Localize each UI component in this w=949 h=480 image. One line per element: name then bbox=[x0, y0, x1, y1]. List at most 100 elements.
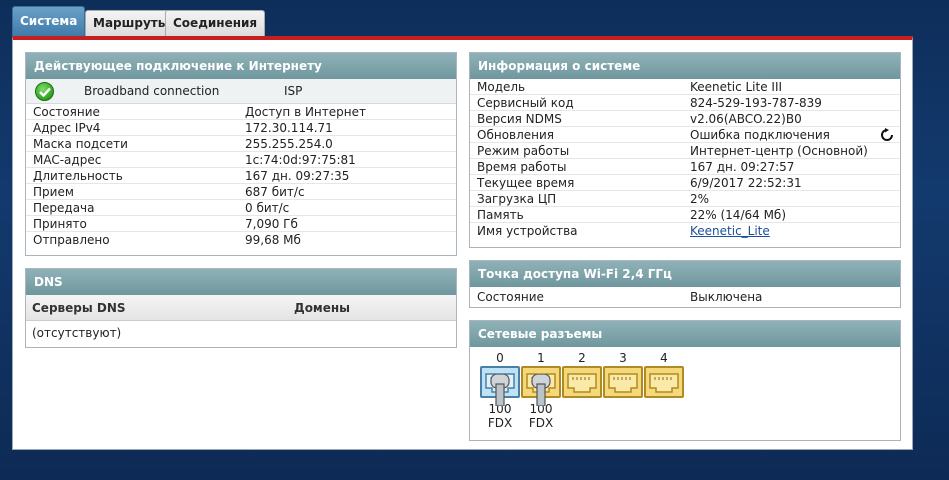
internet-connection-box: Действующее подключение к Интернету Broa… bbox=[25, 52, 457, 256]
dns-box: DNS Серверы DNS Домены (отсутствуют) bbox=[25, 268, 457, 348]
internet-row-label: Состояние bbox=[33, 105, 100, 119]
system-info-row-value: Интернет-центр (Основной) bbox=[690, 144, 868, 158]
system-info-row-value: 2% bbox=[690, 192, 710, 206]
port-number: 3 bbox=[619, 351, 627, 365]
ethernet-socket-icon bbox=[567, 373, 597, 393]
internet-row-value: 0 бит/с bbox=[245, 201, 290, 215]
system-info-row-label: Режим работы bbox=[477, 144, 570, 158]
wifi-status-label: Состояние bbox=[477, 290, 544, 304]
internet-row: Маска подсети 255.255.254.0 bbox=[26, 136, 456, 152]
port-jack bbox=[603, 366, 643, 398]
system-info-row-value: 824-529-193-787-839 bbox=[690, 96, 822, 110]
system-info-row-label: Обновления bbox=[477, 128, 555, 142]
ports-area: 0 100 FDX 1 100 FDX 2 3 4 bbox=[470, 347, 900, 439]
system-info-row-label: Версия NDMS bbox=[477, 112, 562, 126]
internet-row: Отправлено 99,68 Мб bbox=[26, 232, 456, 248]
main-panel: Действующее подключение к Интернету Broa… bbox=[12, 36, 913, 450]
refresh-icon[interactable] bbox=[880, 128, 894, 142]
system-info-row: Версия NDMS v2.06(ABCO.22)B0 bbox=[470, 111, 900, 127]
internet-row: MAC-адрес 1c:74:0d:97:75:81 bbox=[26, 152, 456, 168]
wifi-status-value: Выключена bbox=[690, 290, 763, 304]
tab-system[interactable]: Система bbox=[12, 6, 86, 38]
internet-row-value: Доступ в Интернет bbox=[245, 105, 366, 119]
dns-domains-header: Домены bbox=[294, 301, 351, 315]
port-duplex: FDX bbox=[528, 416, 554, 430]
dns-servers-header: Серверы DNS bbox=[32, 301, 126, 315]
wifi-title: Точка доступа Wi-Fi 2,4 ГГц bbox=[470, 261, 900, 287]
check-circle-icon bbox=[35, 82, 54, 101]
internet-rows: Состояние Доступ в Интернет Адрес IPv4 172.… bbox=[26, 104, 456, 248]
system-info-row-value: Keenetic Lite III bbox=[690, 80, 783, 94]
system-info-row: Режим работы Интернет-центр (Основной) bbox=[470, 143, 900, 159]
system-info-row-label: Память bbox=[477, 208, 524, 222]
dns-empty-text: (отсутствуют) bbox=[32, 326, 122, 340]
port-number: 0 bbox=[496, 351, 504, 365]
port-jack bbox=[562, 366, 602, 398]
system-info-row-label: Загрузка ЦП bbox=[477, 192, 557, 206]
network-port-2: 2 bbox=[562, 351, 602, 402]
system-info-row: Время работы 167 дн. 09:27:57 bbox=[470, 159, 900, 175]
internet-row-label: Длительность bbox=[33, 169, 123, 183]
system-info-row-label: Текущее время bbox=[477, 176, 575, 190]
internet-row-value: 167 дн. 09:27:35 bbox=[245, 169, 350, 183]
connection-type: ISP bbox=[284, 84, 303, 98]
system-info-row-value: 22% (14/64 Мб) bbox=[690, 208, 786, 222]
port-number: 1 bbox=[537, 351, 545, 365]
system-info-row-label: Время работы bbox=[477, 160, 567, 174]
network-port-0: 0 100 FDX bbox=[480, 351, 520, 430]
internet-row-value: 99,68 Мб bbox=[245, 233, 301, 247]
network-port-1: 1 100 FDX bbox=[521, 351, 561, 430]
ethernet-socket-icon bbox=[649, 373, 679, 393]
internet-row-value: 172.30.114.71 bbox=[245, 121, 333, 135]
port-duplex: FDX bbox=[487, 416, 513, 430]
internet-row: Прием 687 бит/с bbox=[26, 184, 456, 200]
network-port-4: 4 bbox=[644, 351, 684, 402]
internet-connection-title: Действующее подключение к Интернету bbox=[26, 53, 456, 79]
port-jack bbox=[480, 366, 520, 406]
ethernet-socket-icon bbox=[608, 373, 638, 393]
internet-row-label: Принято bbox=[33, 217, 87, 231]
wifi-status-row: Состояние Выключена bbox=[470, 287, 900, 307]
system-info-row-value: v2.06(ABCO.22)B0 bbox=[690, 112, 802, 126]
wifi-box: Точка доступа Wi-Fi 2,4 ГГц Состояние Вы… bbox=[469, 260, 901, 308]
internet-row-value: 687 бит/с bbox=[245, 185, 305, 199]
system-info-rows: Модель Keenetic Lite III Сервисный код 824-… bbox=[470, 79, 900, 239]
system-info-row: Загрузка ЦП 2% bbox=[470, 191, 900, 207]
internet-row: Принято 7,090 Гб bbox=[26, 216, 456, 232]
tab-connections[interactable]: Соединения bbox=[165, 10, 266, 36]
system-info-title: Информация о системе bbox=[470, 53, 900, 79]
port-jack bbox=[644, 366, 684, 398]
system-info-row: Сервисный код 824-529-193-787-839 bbox=[470, 95, 900, 111]
internet-row-label: Отправлено bbox=[33, 233, 110, 247]
ethernet-plug-icon bbox=[531, 374, 551, 406]
system-info-row: Модель Keenetic Lite III bbox=[470, 79, 900, 95]
network-ports-box: Сетевые разъемы 0 100 FDX 1 100 FDX 2 3 4 bbox=[469, 320, 901, 441]
internet-row: Передача 0 бит/с bbox=[26, 200, 456, 216]
connection-summary-row: Broadband connection ISP bbox=[26, 79, 456, 104]
system-info-row-label: Модель bbox=[477, 80, 526, 94]
system-info-row-label: Сервисный код bbox=[477, 96, 574, 110]
internet-row-label: Прием bbox=[33, 185, 74, 199]
system-info-box: Информация о системе Модель Keenetic Lite… bbox=[469, 52, 901, 248]
port-number: 2 bbox=[578, 351, 586, 365]
port-number: 4 bbox=[660, 351, 668, 365]
internet-row-label: Передача bbox=[33, 201, 95, 215]
system-info-row-value: Ошибка подключения bbox=[690, 128, 830, 142]
system-info-row-label: Имя устройства bbox=[477, 224, 578, 238]
system-info-row: Имя устройства Keenetic_Lite bbox=[470, 223, 900, 239]
internet-row-label: Адрес IPv4 bbox=[33, 121, 101, 135]
internet-row: Состояние Доступ в Интернет bbox=[26, 104, 456, 120]
internet-row: Длительность 167 дн. 09:27:35 bbox=[26, 168, 456, 184]
tab-routes[interactable]: Маршруты bbox=[85, 10, 177, 36]
ethernet-plug-icon bbox=[490, 374, 510, 406]
dns-table-header: Серверы DNS Домены bbox=[26, 295, 456, 321]
system-info-row-value: 6/9/2017 22:52:31 bbox=[690, 176, 802, 190]
internet-row-value: 7,090 Гб bbox=[245, 217, 298, 231]
system-info-row-value: 167 дн. 09:27:57 bbox=[690, 160, 795, 174]
device-name-link[interactable]: Keenetic_Lite bbox=[690, 223, 770, 239]
dns-title: DNS bbox=[26, 269, 456, 295]
internet-row-label: Маска подсети bbox=[33, 137, 128, 151]
internet-row-label: MAC-адрес bbox=[33, 153, 102, 167]
port-jack bbox=[521, 366, 561, 406]
system-info-row: Память 22% (14/64 Мб) bbox=[470, 207, 900, 223]
